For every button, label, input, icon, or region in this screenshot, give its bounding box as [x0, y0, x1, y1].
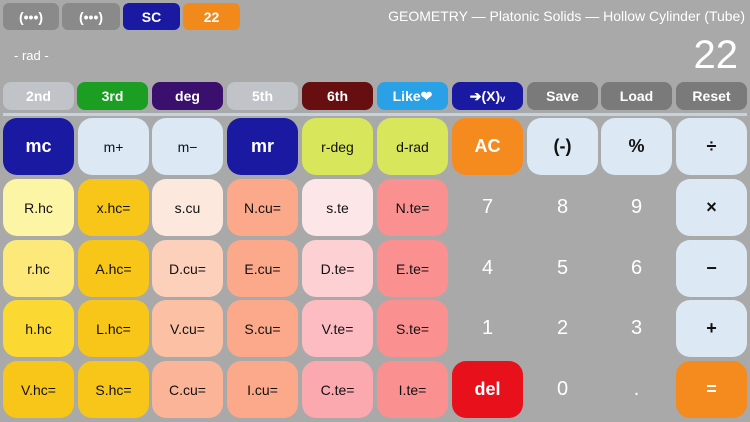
key-1-8[interactable]: 9 [601, 179, 672, 236]
key-4-4[interactable]: C.te= [302, 361, 373, 418]
key-4-6[interactable]: del [452, 361, 523, 418]
function-key-6[interactable]: ➔(X)ᵥ [452, 82, 523, 110]
key-3-2[interactable]: V.cu= [152, 300, 223, 357]
key-3-5[interactable]: S.te= [377, 300, 448, 357]
function-key-4[interactable]: 6th [302, 82, 373, 110]
function-key-3[interactable]: 5th [227, 82, 298, 110]
key-1-6[interactable]: 7 [452, 179, 523, 236]
key-4-5[interactable]: I.te= [377, 361, 448, 418]
divider [3, 113, 747, 116]
key-2-3[interactable]: E.cu= [227, 240, 298, 297]
tab-sc[interactable]: SC [123, 3, 180, 30]
key-0-1[interactable]: m+ [78, 118, 149, 175]
key-4-1[interactable]: S.hc= [78, 361, 149, 418]
key-1-0[interactable]: R.hc [3, 179, 74, 236]
function-key-1[interactable]: 3rd [77, 82, 148, 110]
key-2-5[interactable]: E.te= [377, 240, 448, 297]
key-3-0[interactable]: h.hc [3, 300, 74, 357]
function-key-8[interactable]: Load [601, 82, 672, 110]
key-0-2[interactable]: m− [152, 118, 223, 175]
key-0-7[interactable]: (-) [527, 118, 598, 175]
key-3-1[interactable]: L.hc= [78, 300, 149, 357]
key-2-0[interactable]: r.hc [3, 240, 74, 297]
angle-mode-indicator: - rad - [14, 48, 49, 63]
key-3-7[interactable]: 2 [527, 300, 598, 357]
function-key-7[interactable]: Save [527, 82, 598, 110]
key-4-2[interactable]: C.cu= [152, 361, 223, 418]
key-2-4[interactable]: D.te= [302, 240, 373, 297]
key-1-5[interactable]: N.te= [377, 179, 448, 236]
key-0-3[interactable]: mr [227, 118, 298, 175]
key-0-0[interactable]: mc [3, 118, 74, 175]
key-2-6[interactable]: 4 [452, 240, 523, 297]
function-key-0[interactable]: 2nd [3, 82, 74, 110]
key-3-9[interactable]: + [676, 300, 747, 357]
key-0-6[interactable]: AC [452, 118, 523, 175]
key-0-9[interactable]: ÷ [676, 118, 747, 175]
function-key-9[interactable]: Reset [676, 82, 747, 110]
key-2-7[interactable]: 5 [527, 240, 598, 297]
key-2-2[interactable]: D.cu= [152, 240, 223, 297]
function-key-5[interactable]: Like❤ [377, 82, 448, 110]
key-1-9[interactable]: × [676, 179, 747, 236]
key-2-8[interactable]: 6 [601, 240, 672, 297]
key-1-2[interactable]: s.cu [152, 179, 223, 236]
key-3-3[interactable]: S.cu= [227, 300, 298, 357]
calculator-display: 22 [693, 33, 739, 77]
key-4-7[interactable]: 0 [527, 361, 598, 418]
key-2-1[interactable]: A.hc= [78, 240, 149, 297]
page-title: GEOMETRY — Platonic Solids — Hollow Cyli… [388, 8, 745, 24]
key-4-8[interactable]: . [601, 361, 672, 418]
key-0-8[interactable]: % [601, 118, 672, 175]
key-0-4[interactable]: r-deg [302, 118, 373, 175]
key-1-4[interactable]: s.te [302, 179, 373, 236]
tab-menu-2[interactable]: (•••) [62, 3, 120, 30]
key-1-3[interactable]: N.cu= [227, 179, 298, 236]
function-key-2[interactable]: deg [152, 82, 223, 110]
key-2-9[interactable]: − [676, 240, 747, 297]
key-4-9[interactable]: = [676, 361, 747, 418]
tab-menu-1[interactable]: (•••) [3, 3, 59, 30]
key-3-4[interactable]: V.te= [302, 300, 373, 357]
key-1-1[interactable]: x.hc= [78, 179, 149, 236]
key-3-8[interactable]: 3 [601, 300, 672, 357]
key-3-6[interactable]: 1 [452, 300, 523, 357]
key-4-3[interactable]: I.cu= [227, 361, 298, 418]
tab-22[interactable]: 22 [183, 3, 240, 30]
key-0-5[interactable]: d-rad [377, 118, 448, 175]
key-4-0[interactable]: V.hc= [3, 361, 74, 418]
key-1-7[interactable]: 8 [527, 179, 598, 236]
